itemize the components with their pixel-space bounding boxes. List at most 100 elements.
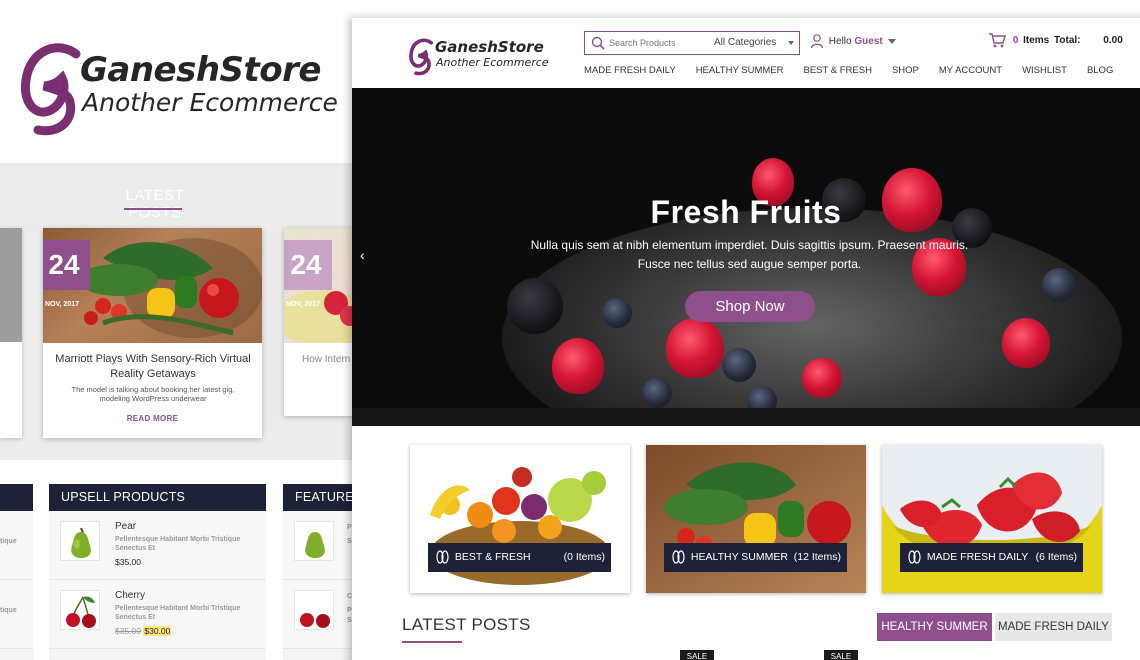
hero-slider: ‹ Fresh Fruits Nulla quis sem at nibh el… bbox=[352, 88, 1140, 426]
hero-subtitle-line: Nulla quis sem at nibh elementum imperdi… bbox=[530, 238, 969, 252]
hero-title: Fresh Fruits bbox=[650, 194, 842, 230]
post-title[interactable]: How Intern bbox=[302, 354, 350, 365]
latest-posts-underline bbox=[402, 641, 462, 643]
main-navigation: MADE FRESH DAILY HEALTHY SUMMER BEST & F… bbox=[584, 64, 1133, 78]
vegetables-image: 24 NOV, 2017 bbox=[43, 228, 262, 343]
product-item[interactable]: Pe Se bbox=[283, 511, 363, 580]
background-posts-heading: LATEST POSTS bbox=[125, 187, 185, 221]
nav-blog[interactable]: BLOG bbox=[1087, 64, 1113, 78]
hero-subtitle-line: Fusce nec tellus sed augue semper porta. bbox=[637, 257, 862, 271]
product-price: $35.00 bbox=[115, 557, 141, 567]
category-item-count: (6 Items) bbox=[1035, 551, 1077, 563]
hello-label: Hello bbox=[828, 36, 852, 47]
store-logo-g-icon bbox=[20, 43, 81, 136]
background-store-tagline: Another Ecommerce bbox=[82, 88, 338, 117]
sale-price: $30.00 bbox=[143, 626, 172, 636]
sale-badge: SALE bbox=[680, 650, 714, 660]
cart-items-label: Items bbox=[1023, 35, 1050, 46]
raspberry-image bbox=[1002, 318, 1050, 368]
latest-posts-heading: LATEST POSTS bbox=[402, 615, 531, 634]
category-name: MADE FRESH DAILY bbox=[926, 551, 1029, 563]
site-header: GaneshStore Another Ecommerce All Catego… bbox=[352, 18, 1140, 88]
category-card-healthy-summer[interactable]: HEALTHY SUMMER (12 Items) bbox=[646, 445, 866, 593]
user-name: Guest bbox=[854, 36, 883, 47]
background-post-card: 24 NOV, 2017 Marriott Plays With Sensory… bbox=[43, 228, 262, 438]
post-excerpt: The model is talking about booking her l… bbox=[71, 385, 235, 403]
nav-made-fresh-daily[interactable]: MADE FRESH DAILY bbox=[584, 64, 676, 78]
upsell-products-column: UPSELL PRODUCTS Pear Pellentesque Habita… bbox=[49, 484, 266, 660]
category-label: MADE FRESH DAILY (6 Items) bbox=[900, 543, 1083, 572]
product-description: Pellentesque Habitant Morbi Tristique Se… bbox=[115, 605, 241, 621]
tab-healthy-summer[interactable]: HEALTHY SUMMER bbox=[877, 613, 992, 641]
featured-products-column: FEATURED Pe Se Ch Pe bbox=[283, 484, 363, 660]
tab-made-fresh-daily[interactable]: MADE FRESH DAILY bbox=[995, 613, 1112, 641]
cart-total-value: 0.00 bbox=[1103, 35, 1123, 46]
blueberry-image bbox=[1042, 268, 1076, 302]
shop-now-button[interactable]: Shop Now bbox=[685, 291, 815, 322]
product-name[interactable]: Cherry bbox=[115, 590, 145, 601]
product-search-bar: All Categories bbox=[584, 31, 800, 55]
category-label: HEALTHY SUMMER (12 Items) bbox=[664, 543, 847, 572]
nav-shop[interactable]: SHOP bbox=[892, 64, 919, 78]
nav-my-account[interactable]: MY ACCOUNT bbox=[939, 64, 1002, 78]
cart-total-label: Total: bbox=[1054, 35, 1081, 46]
category-name: HEALTHY SUMMER bbox=[690, 551, 788, 563]
screenshot-stage: GaneshStore Another Ecommerce LATEST POS… bbox=[0, 0, 1140, 660]
category-item-count: (0 Items) bbox=[563, 551, 605, 563]
background-latest-posts: LATEST POSTS 24 NOV, 2017 Marriott Plays… bbox=[0, 163, 364, 460]
post-date-month: NOV, 2017 bbox=[286, 301, 320, 308]
nav-wishlist[interactable]: WISHLIST bbox=[1022, 64, 1067, 78]
old-price: $35.00 bbox=[115, 626, 141, 636]
post-date-day: 24 bbox=[284, 240, 332, 290]
chevron-down-icon bbox=[788, 41, 794, 45]
category-select[interactable]: All Categories bbox=[714, 32, 799, 54]
blackberry-image bbox=[507, 278, 563, 334]
store-logo-g-icon bbox=[409, 38, 433, 76]
hero-bottom-bar bbox=[352, 408, 1140, 426]
user-account-menu[interactable]: Hello Guest bbox=[810, 32, 897, 52]
store-name: GaneshStore bbox=[435, 38, 544, 56]
product-name[interactable]: Pear bbox=[115, 521, 136, 532]
leaf-icon bbox=[672, 550, 685, 564]
blueberry-image bbox=[642, 378, 672, 408]
cart-icon bbox=[989, 33, 1006, 48]
leaf-icon bbox=[908, 550, 921, 564]
background-logo: GaneshStore Another Ecommerce bbox=[18, 42, 348, 137]
category-cards: BEST & FRESH (0 Items) HEALTHY SUMMER (1… bbox=[352, 426, 1140, 616]
background-product-columns: tique tique UPSELL PRODUCTS Pear Pellent… bbox=[0, 460, 363, 660]
category-select-value: All Categories bbox=[714, 37, 777, 48]
search-input[interactable] bbox=[609, 32, 709, 54]
pear-icon bbox=[294, 521, 334, 561]
store-homepage-window: GaneshStore Another Ecommerce All Catego… bbox=[352, 18, 1140, 660]
upsell-products-heading: UPSELL PRODUCTS bbox=[49, 484, 266, 511]
site-logo[interactable]: GaneshStore Another Ecommerce bbox=[408, 36, 568, 78]
nav-best-fresh[interactable]: BEST & FRESH bbox=[804, 64, 872, 78]
nav-healthy-summer[interactable]: HEALTHY SUMMER bbox=[696, 64, 784, 78]
product-item[interactable]: Ch Pe Se bbox=[283, 580, 363, 649]
background-posts-underline bbox=[124, 208, 182, 210]
blueberry-image bbox=[722, 348, 756, 382]
cart-count: 0 bbox=[1012, 35, 1019, 46]
store-tagline: Another Ecommerce bbox=[436, 56, 549, 69]
mini-cart[interactable]: 0 Items Total: 0.00 bbox=[988, 32, 1123, 50]
chevron-down-icon bbox=[888, 38, 897, 44]
raspberry-image bbox=[666, 318, 724, 378]
cherry-icon bbox=[294, 590, 334, 630]
background-store-name: GaneshStore bbox=[80, 50, 321, 90]
product-item[interactable]: Cherry Pellentesque Habitant Morbi Trist… bbox=[49, 580, 266, 649]
search-icon[interactable] bbox=[591, 36, 605, 50]
post-title[interactable]: Marriott Plays With Sensory-Rich Virtual… bbox=[53, 352, 253, 382]
post-date-day: 24 bbox=[43, 240, 90, 290]
raspberry-image bbox=[802, 358, 842, 398]
product-item[interactable]: Pear Pellentesque Habitant Morbi Tristiq… bbox=[49, 511, 266, 580]
category-card-best-fresh[interactable]: BEST & FRESH (0 Items) bbox=[410, 445, 630, 593]
category-item-count: (12 Items) bbox=[793, 551, 841, 563]
background-partial-card bbox=[0, 228, 22, 438]
slider-prev-arrow-icon[interactable]: ‹ bbox=[360, 248, 374, 262]
post-date-month: NOV, 2017 bbox=[45, 301, 79, 308]
user-icon bbox=[810, 34, 824, 49]
category-card-made-fresh-daily[interactable]: MADE FRESH DAILY (6 Items) bbox=[882, 445, 1102, 593]
pear-icon bbox=[60, 521, 100, 561]
blueberry-image bbox=[602, 298, 632, 328]
read-more-link[interactable]: READ MORE bbox=[43, 414, 262, 423]
